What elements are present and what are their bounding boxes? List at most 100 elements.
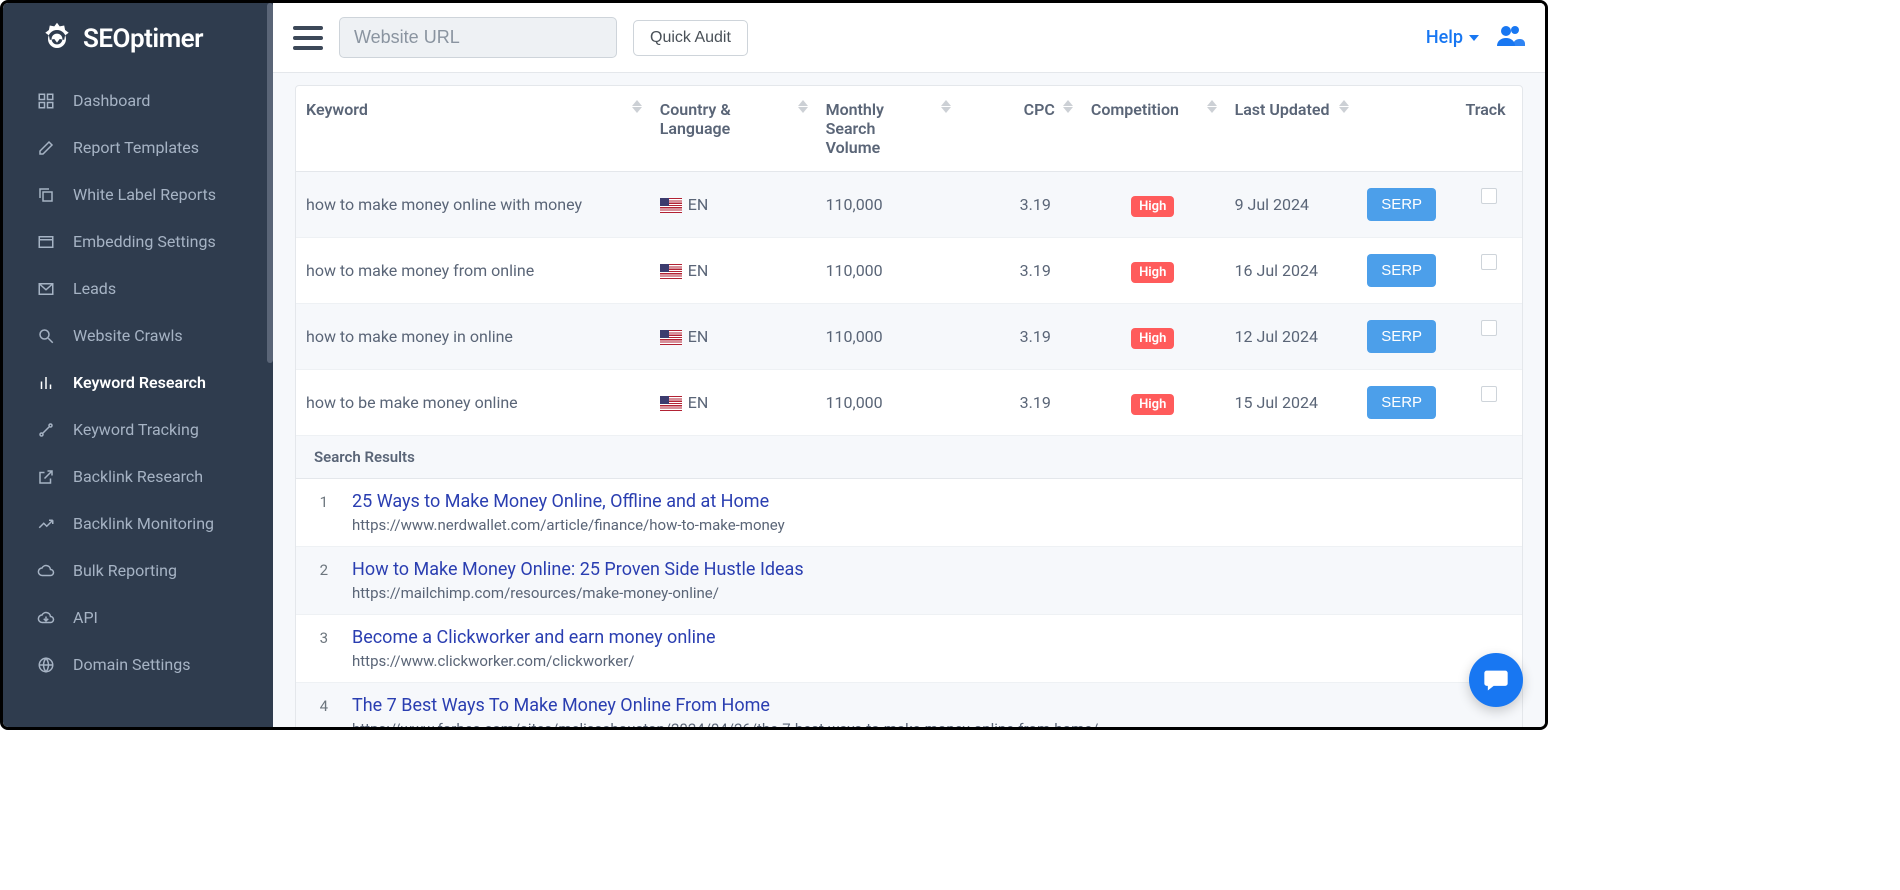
cell-competition: High — [1081, 172, 1225, 238]
result-title-link[interactable]: 25 Ways to Make Money Online, Offline an… — [352, 491, 1504, 512]
logo[interactable]: SEOptimer — [3, 3, 273, 77]
result-number: 1 — [314, 491, 328, 534]
cloud-icon — [37, 562, 55, 580]
serp-button[interactable]: SERP — [1367, 320, 1436, 353]
us-flag-icon — [660, 264, 682, 279]
sidebar-item-domain-settings[interactable]: Domain Settings — [3, 641, 273, 688]
sidebar-item-report-templates[interactable]: Report Templates — [3, 124, 273, 171]
topbar: Quick Audit Help — [273, 3, 1545, 73]
search-results-heading: Search Results — [296, 436, 1522, 479]
trend-icon — [37, 515, 55, 533]
result-url: https://www.forbes.com/sites/melissahous… — [352, 720, 1504, 727]
result-url: https://www.nerdwallet.com/article/finan… — [352, 516, 1504, 534]
cell-competition: High — [1081, 238, 1225, 304]
result-url: https://www.clickworker.com/clickworker/ — [352, 652, 1504, 670]
sidebar-item-white-label-reports[interactable]: White Label Reports — [3, 171, 273, 218]
table-row: how to be make money onlineEN110,0003.19… — [296, 370, 1522, 436]
cell-volume: 110,000 — [816, 370, 960, 436]
track-checkbox[interactable] — [1481, 254, 1497, 270]
cell-cpc: 3.19 — [959, 238, 1081, 304]
cell-keyword: how to be make money online — [296, 370, 650, 436]
help-dropdown[interactable]: Help — [1426, 27, 1479, 48]
sidebar-item-api[interactable]: API — [3, 594, 273, 641]
search-icon — [37, 327, 55, 345]
result-title-link[interactable]: Become a Clickworker and earn money onli… — [352, 627, 1504, 648]
sidebar-item-label: Domain Settings — [73, 655, 190, 674]
cell-serp: SERP — [1357, 172, 1455, 238]
bar-icon — [37, 374, 55, 392]
tracking-icon — [37, 421, 55, 439]
col-competition[interactable]: Competition — [1081, 86, 1225, 172]
embed-icon — [37, 233, 55, 251]
cell-competition: High — [1081, 304, 1225, 370]
track-checkbox[interactable] — [1481, 386, 1497, 402]
website-url-input[interactable] — [339, 17, 617, 58]
search-result-row: 3 Become a Clickworker and earn money onl… — [296, 615, 1522, 683]
competition-badge: High — [1131, 394, 1174, 415]
cell-cpc: 3.19 — [959, 172, 1081, 238]
content-area: Keyword Country & Language Monthly Searc… — [273, 73, 1545, 727]
sidebar-item-label: Dashboard — [73, 91, 150, 110]
col-keyword[interactable]: Keyword — [296, 86, 650, 172]
mail-icon — [37, 280, 55, 298]
cell-updated: 16 Jul 2024 — [1225, 238, 1358, 304]
sidebar-item-backlink-research[interactable]: Backlink Research — [3, 453, 273, 500]
chat-icon — [1482, 666, 1510, 694]
sidebar-item-label: Bulk Reporting — [73, 561, 177, 580]
track-checkbox[interactable] — [1481, 188, 1497, 204]
us-flag-icon — [660, 198, 682, 213]
sidebar-scrollbar[interactable] — [267, 3, 273, 363]
result-title-link[interactable]: How to Make Money Online: 25 Proven Side… — [352, 559, 1504, 580]
sidebar-item-dashboard[interactable]: Dashboard — [3, 77, 273, 124]
copy-icon — [37, 186, 55, 204]
cell-keyword: how to make money in online — [296, 304, 650, 370]
serp-button[interactable]: SERP — [1367, 386, 1436, 419]
us-flag-icon — [660, 330, 682, 345]
sidebar-item-label: Website Crawls — [73, 326, 183, 345]
keyword-table: Keyword Country & Language Monthly Searc… — [295, 85, 1523, 727]
col-updated[interactable]: Last Updated — [1225, 86, 1358, 172]
table-row: how to make money from onlineEN110,0003.… — [296, 238, 1522, 304]
cell-country: EN — [650, 304, 816, 370]
track-checkbox[interactable] — [1481, 320, 1497, 336]
serp-button[interactable]: SERP — [1367, 254, 1436, 287]
serp-button[interactable]: SERP — [1367, 188, 1436, 221]
sidebar-item-keyword-tracking[interactable]: Keyword Tracking — [3, 406, 273, 453]
chat-button[interactable] — [1469, 653, 1523, 707]
cell-serp: SERP — [1357, 238, 1455, 304]
search-result-row: 4The 7 Best Ways To Make Money Online Fr… — [296, 683, 1522, 727]
cell-serp: SERP — [1357, 304, 1455, 370]
sidebar-item-embedding-settings[interactable]: Embedding Settings — [3, 218, 273, 265]
col-track: Track — [1455, 86, 1522, 172]
result-title-link[interactable]: The 7 Best Ways To Make Money Online Fro… — [352, 695, 1504, 716]
cell-track — [1455, 172, 1522, 238]
sidebar-item-label: White Label Reports — [73, 185, 216, 204]
sidebar: SEOptimer Dashboard Report Templates White… — [3, 3, 273, 727]
col-country[interactable]: Country & Language — [650, 86, 816, 172]
table-row: how to make money in onlineEN110,0003.19… — [296, 304, 1522, 370]
cell-serp: SERP — [1357, 370, 1455, 436]
sidebar-item-keyword-research[interactable]: Keyword Research — [3, 359, 273, 406]
users-icon[interactable] — [1495, 24, 1525, 52]
sidebar-item-label: Keyword Tracking — [73, 420, 199, 439]
cell-track — [1455, 370, 1522, 436]
logo-text: SEOptimer — [83, 24, 203, 54]
col-cpc[interactable]: CPC — [959, 86, 1081, 172]
cell-volume: 110,000 — [816, 304, 960, 370]
cell-volume: 110,000 — [816, 172, 960, 238]
quick-audit-button[interactable]: Quick Audit — [633, 20, 748, 56]
col-serp — [1357, 86, 1455, 172]
col-volume[interactable]: Monthly Search Volume — [816, 86, 960, 172]
sidebar-item-label: Leads — [73, 279, 116, 298]
cell-keyword: how to make money from online — [296, 238, 650, 304]
sidebar-item-leads[interactable]: Leads — [3, 265, 273, 312]
cell-track — [1455, 304, 1522, 370]
competition-badge: High — [1131, 196, 1174, 217]
sidebar-item-bulk-reporting[interactable]: Bulk Reporting — [3, 547, 273, 594]
result-url: https://mailchimp.com/resources/make-mon… — [352, 584, 1504, 602]
sidebar-item-website-crawls[interactable]: Website Crawls — [3, 312, 273, 359]
sidebar-item-backlink-monitoring[interactable]: Backlink Monitoring — [3, 500, 273, 547]
menu-toggle-icon[interactable] — [293, 26, 323, 50]
result-number: 3 — [314, 627, 328, 670]
cell-volume: 110,000 — [816, 238, 960, 304]
